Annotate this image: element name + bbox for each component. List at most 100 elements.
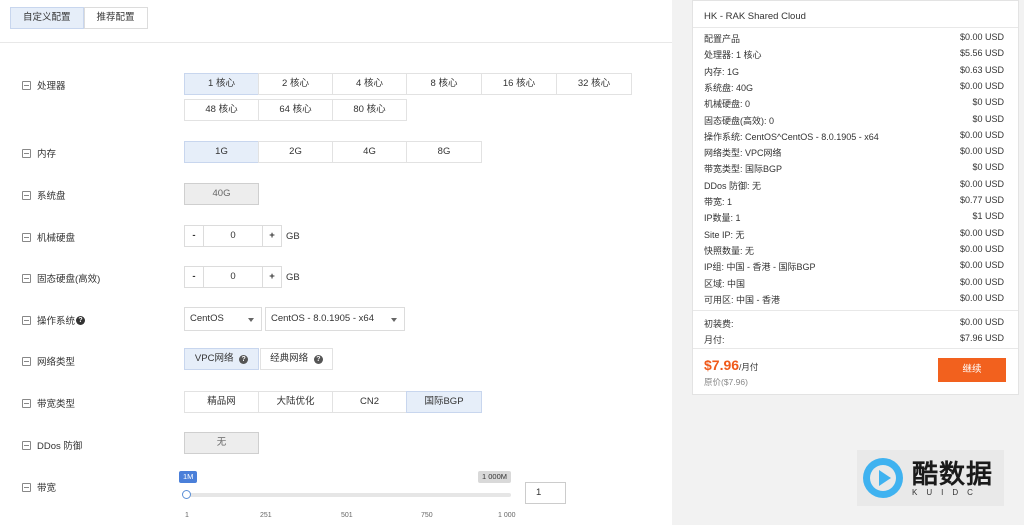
slider-tick: 1 — [185, 512, 189, 519]
os-version-select[interactable]: CentOS - 8.0.1905 - x64 — [265, 307, 405, 331]
list-icon — [22, 273, 31, 283]
cpu-option-2[interactable]: 2 核心 — [258, 73, 333, 95]
hdd-minus-button[interactable]: - — [184, 225, 204, 247]
watermark-subtitle: KUIDC — [912, 487, 982, 497]
help-icon[interactable]: ? — [239, 355, 249, 364]
slider-tick: 1 000 — [498, 512, 516, 519]
total-price: $7.96/月付 — [704, 357, 759, 373]
ddos-label: DDos 防御 — [22, 438, 82, 452]
ssd-unit: GB — [286, 271, 300, 283]
cpu-option-1[interactable]: 1 核心 — [184, 73, 259, 95]
cpu-option-4[interactable]: 4 核心 — [332, 73, 407, 95]
memory-option-8g[interactable]: 8G — [406, 141, 482, 163]
help-icon[interactable]: ? — [313, 355, 323, 364]
help-icon[interactable]: ? — [76, 315, 86, 325]
list-icon — [22, 232, 31, 242]
list-icon — [22, 148, 31, 158]
list-icon — [22, 482, 31, 492]
summary-row: 带宽: 1 $0.77 USD — [704, 195, 1004, 207]
watermark-logo: 酷数据 KUIDC — [857, 450, 1004, 506]
chevron-down-icon — [391, 318, 397, 322]
divider — [693, 27, 1018, 28]
slider-tick: 251 — [260, 512, 272, 519]
setup-fee-row: 初装费: $0.00 USD — [704, 317, 1004, 329]
memory-option-1g[interactable]: 1G — [184, 141, 259, 163]
tab-recommended[interactable]: 推荐配置 — [83, 7, 148, 29]
bandwidth-slider-track[interactable] — [186, 493, 511, 497]
bandwidth-slider-handle[interactable] — [182, 490, 191, 499]
summary-row: 机械硬盘: 0 $0 USD — [704, 97, 1004, 110]
list-icon — [22, 398, 31, 408]
network-option-vpc[interactable]: VPC网络 ? — [184, 348, 259, 370]
summary-row: 可用区: 中国 - 香港 $0.00 USD — [704, 292, 1004, 305]
hdd-plus-button[interactable]: + — [262, 225, 282, 247]
cpu-option-48[interactable]: 48 核心 — [184, 99, 259, 121]
bandwidth-type-mainland[interactable]: 大陆优化 — [258, 391, 333, 413]
ssd-stepper: - 0 + GB — [184, 266, 300, 288]
list-icon — [22, 356, 31, 366]
summary-row: 网络类型: VPC网络 $0.00 USD — [704, 146, 1004, 159]
list-icon — [22, 440, 31, 450]
config-tabs: 自定义配置 推荐配置 — [10, 7, 148, 29]
hdd-input[interactable]: 0 — [204, 225, 262, 247]
list-icon — [22, 190, 31, 200]
summary-title: HK - RAK Shared Cloud — [704, 11, 806, 22]
divider — [693, 310, 1018, 311]
summary-row: 配置产品 $0.00 USD — [704, 32, 1004, 44]
slider-tick: 501 — [341, 512, 353, 519]
os-family-select[interactable]: CentOS — [184, 307, 262, 331]
bandwidth-min-tag: 1M — [179, 471, 198, 483]
summary-row: 内存: 1G $0.63 USD — [704, 64, 1004, 77]
monthly-row: 月付: $7.96 USD — [704, 333, 1004, 345]
network-option-classic[interactable]: 经典网络 ? — [260, 348, 333, 370]
list-icon — [22, 315, 31, 325]
memory-option-2g[interactable]: 2G — [258, 141, 333, 163]
summary-row: Site IP: 无 $0.00 USD — [704, 227, 1004, 240]
ssd-plus-button[interactable]: + — [262, 266, 282, 288]
chevron-down-icon — [248, 318, 254, 322]
summary-row: 操作系统: CentOS^CentOS - 8.0.1905 - x64 $0.0… — [704, 129, 1004, 142]
bandwidth-max-tag: 1 000M — [478, 471, 512, 483]
continue-button[interactable]: 继续 — [938, 358, 1006, 382]
order-summary: HK - RAK Shared Cloud 配置产品 $0.00 USD 处理器: … — [692, 0, 1019, 395]
summary-row: 处理器: 1 核心 $5.56 USD — [704, 48, 1004, 61]
hdd-unit: GB — [286, 230, 300, 242]
summary-row: 固态硬盘(高效): 0 $0 USD — [704, 113, 1004, 126]
hdd-stepper: - 0 + GB — [184, 225, 300, 247]
cpu-option-64[interactable]: 64 核心 — [258, 99, 333, 121]
divider — [693, 348, 1018, 349]
bandwidth-type-premium[interactable]: 精品网 — [184, 391, 259, 413]
config-panel: 自定义配置 推荐配置 处理器 1 核心 2 核心 4 核心 8 核心 16 核心… — [0, 0, 672, 525]
summary-row: 快照数量: 无 $0.00 USD — [704, 243, 1004, 256]
slider-tick: 750 — [421, 512, 433, 519]
summary-row: 系统盘: 40G $0.00 USD — [704, 80, 1004, 93]
cpu-option-8[interactable]: 8 核心 — [406, 73, 482, 95]
system-disk-label: 系统盘 — [22, 188, 66, 202]
bandwidth-type-label: 带宽类型 — [22, 396, 75, 410]
play-logo-icon — [863, 458, 903, 498]
tab-custom[interactable]: 自定义配置 — [10, 7, 84, 29]
memory-label: 内存 — [22, 146, 56, 160]
ssd-label: 固态硬盘(高效) — [22, 271, 100, 285]
cpu-option-80[interactable]: 80 核心 — [332, 99, 407, 121]
bandwidth-type-cn2[interactable]: CN2 — [332, 391, 407, 413]
watermark-title: 酷数据 — [912, 458, 994, 489]
network-label: 网络类型 — [22, 354, 75, 368]
divider — [0, 42, 672, 43]
bandwidth-type-intl-bgp[interactable]: 国际BGP — [406, 391, 482, 413]
system-disk-value: 40G — [184, 183, 259, 205]
summary-row: 区域: 中国 $0.00 USD — [704, 276, 1004, 289]
cpu-option-32[interactable]: 32 核心 — [556, 73, 632, 95]
summary-row: IP数量: 1 $1 USD — [704, 211, 1004, 224]
ssd-input[interactable]: 0 — [204, 266, 262, 288]
memory-option-4g[interactable]: 4G — [332, 141, 407, 163]
cpu-option-16[interactable]: 16 核心 — [481, 73, 557, 95]
cpu-label: 处理器 — [22, 78, 66, 92]
ddos-value: 无 — [184, 432, 259, 454]
original-price: 原价($7.96) — [704, 377, 748, 387]
list-icon — [22, 80, 31, 90]
bandwidth-label: 带宽 — [22, 480, 56, 494]
ssd-minus-button[interactable]: - — [184, 266, 204, 288]
bandwidth-input[interactable]: 1 — [525, 482, 566, 504]
summary-row: 带宽类型: 国际BGP $0 USD — [704, 162, 1004, 175]
